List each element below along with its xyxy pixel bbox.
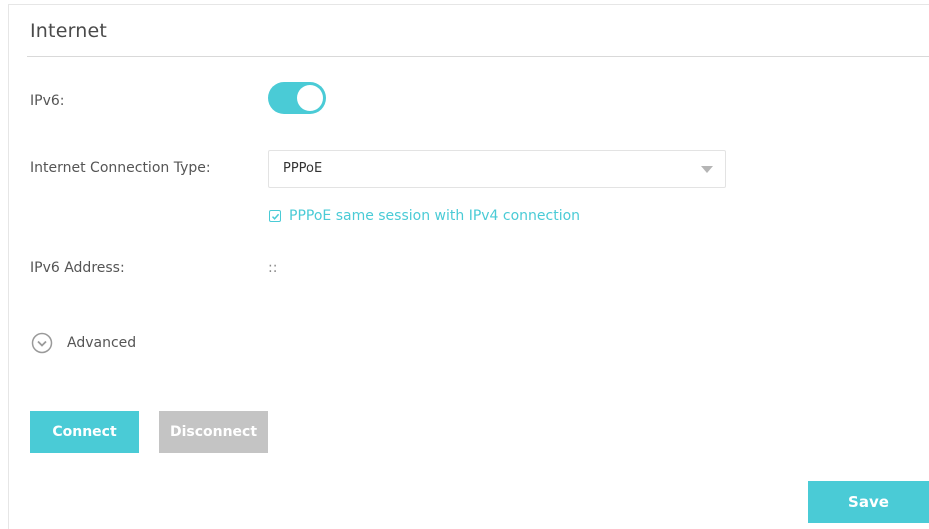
chevron-down-circle-icon bbox=[31, 332, 53, 354]
disconnect-button[interactable]: Disconnect bbox=[159, 411, 268, 453]
connection-type-select[interactable]: PPPoE bbox=[268, 150, 726, 188]
title-divider bbox=[27, 56, 929, 57]
internet-panel: Internet IPv6: Internet Connection Type:… bbox=[8, 4, 929, 529]
checkmark-icon bbox=[271, 213, 280, 220]
connection-type-label: Internet Connection Type: bbox=[30, 160, 211, 176]
same-session-label: PPPoE same session with IPv4 connection bbox=[289, 208, 581, 224]
same-session-checkbox[interactable] bbox=[269, 210, 281, 222]
section-title: Internet bbox=[30, 20, 108, 42]
toggle-knob bbox=[297, 85, 323, 111]
save-button[interactable]: Save bbox=[808, 481, 929, 523]
same-session-checkbox-row[interactable]: PPPoE same session with IPv4 connection bbox=[269, 207, 580, 225]
ipv6-address-value: :: bbox=[268, 260, 278, 276]
advanced-label: Advanced bbox=[67, 335, 137, 351]
connection-type-value: PPPoE bbox=[283, 161, 323, 176]
ipv6-toggle[interactable] bbox=[268, 82, 326, 114]
advanced-toggle[interactable]: Advanced bbox=[31, 332, 136, 354]
ipv6-address-label: IPv6 Address: bbox=[30, 260, 125, 276]
connect-button[interactable]: Connect bbox=[30, 411, 139, 453]
chevron-down-icon bbox=[701, 166, 713, 173]
ipv6-label: IPv6: bbox=[30, 93, 65, 109]
